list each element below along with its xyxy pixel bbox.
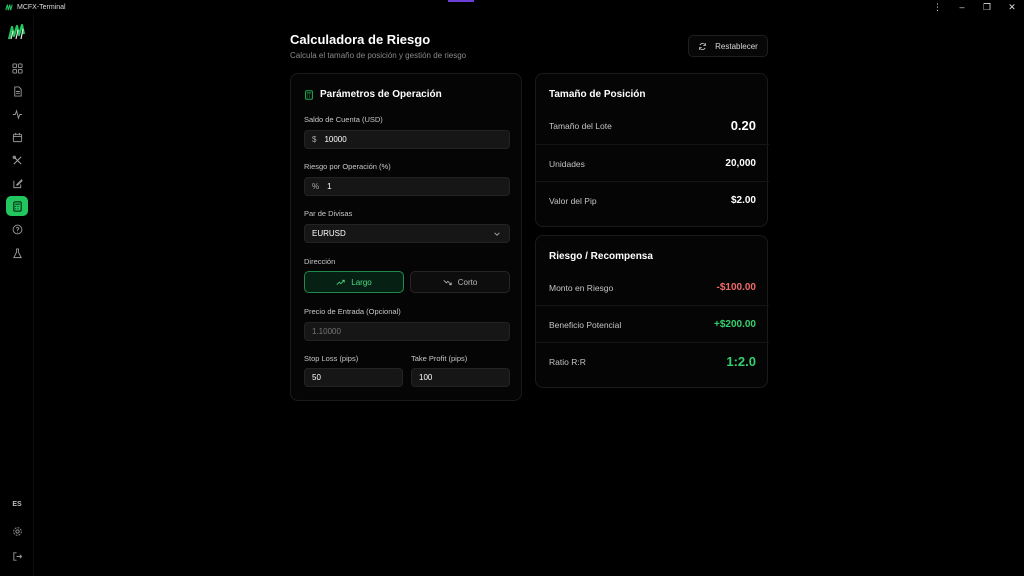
trade-parameters-title: Parámetros de Operación [304, 89, 442, 100]
potential-profit-row: Beneficio Potencial +$200.00 [536, 306, 769, 343]
rr-ratio-row: Ratio R:R 1:2.0 [536, 343, 769, 380]
trade-parameters-card: Parámetros de Operación Saldo de Cuenta … [290, 73, 522, 401]
units-row: Unidades 20,000 [536, 145, 769, 182]
stop-loss-input[interactable]: 50 [304, 368, 403, 387]
risk-reward-card: Riesgo / Recompensa Monto en Riesgo -$10… [535, 235, 769, 388]
page-subtitle: Calcula el tamaño de posición y gestión … [290, 51, 467, 60]
position-size-card: Tamaño de Posición Tamaño del Lote 0.20 … [535, 73, 769, 227]
long-button[interactable]: Largo [304, 271, 404, 293]
pip-value-value: $2.00 [730, 195, 756, 206]
dollar-prefix: $ [312, 135, 317, 144]
rr-ratio-value: 1:2.0 [726, 354, 756, 369]
reset-button[interactable]: Restablecer [688, 35, 768, 57]
sidebar-item-dashboard[interactable] [6, 58, 28, 78]
tools-icon [12, 155, 22, 165]
pip-value-row: Valor del Pip $2.00 [536, 182, 769, 219]
currency-pair-select[interactable]: EURUSD [304, 224, 510, 243]
entry-price-label: Precio de Entrada (Opcional) [304, 307, 401, 316]
flask-icon [12, 247, 22, 258]
window-controls: ⋮ – ❐ ✕ [933, 0, 1016, 14]
balance-value: 10000 [324, 135, 347, 144]
sidebar-item-lab[interactable] [6, 243, 28, 263]
pip-value-label: Valor del Pip [549, 195, 597, 206]
sidebar-item-calculator[interactable] [6, 196, 28, 216]
reset-label: Restablecer [715, 41, 758, 51]
lot-size-value: 0.20 [730, 118, 756, 133]
entry-price-input[interactable]: 1.10000 [304, 322, 510, 341]
page-title: Calculadora de Riesgo [290, 32, 431, 47]
stop-loss-label: Stop Loss (pips) [304, 354, 359, 363]
risk-amount-row: Monto en Riesgo -$100.00 [536, 269, 769, 306]
risk-label: Riesgo por Operación (%) [304, 162, 391, 171]
units-value: 20,000 [725, 158, 756, 169]
lot-size-row: Tamaño del Lote 0.20 [536, 107, 769, 144]
calculator-icon [12, 200, 22, 212]
risk-amount-label: Monto en Riesgo [549, 282, 614, 293]
balance-input[interactable]: $ 10000 [304, 130, 510, 149]
sidebar: ES [0, 14, 34, 576]
entry-price-placeholder: 1.10000 [312, 327, 341, 336]
risk-reward-title: Riesgo / Recompensa [549, 251, 653, 262]
sidebar-item-calendar[interactable] [6, 127, 28, 147]
units-label: Unidades [549, 158, 585, 169]
refresh-icon [699, 42, 707, 50]
gear-icon [12, 526, 22, 536]
chevron-down-icon [494, 232, 500, 236]
sidebar-item-activity[interactable] [6, 104, 28, 124]
sidebar-item-logout[interactable] [6, 546, 28, 566]
brand-logo-icon[interactable] [7, 22, 27, 42]
trending-up-icon [336, 279, 345, 285]
minimize-button[interactable]: – [958, 0, 966, 14]
app-name: MCFX-Terminal [17, 3, 66, 11]
sidebar-item-tools[interactable] [6, 150, 28, 170]
take-profit-input[interactable]: 100 [411, 368, 510, 387]
sidebar-item-help[interactable] [6, 219, 28, 239]
trending-down-icon [443, 279, 452, 285]
pair-label: Par de Divisas [304, 209, 353, 218]
calculator-icon [305, 89, 313, 100]
sidebar-item-documents[interactable] [6, 81, 28, 101]
risk-amount-value: -$100.00 [716, 282, 756, 293]
edit-icon [12, 178, 23, 188]
language-selector[interactable]: ES [0, 501, 34, 508]
risk-percent-input[interactable]: % 1 [304, 177, 510, 196]
direction-label: Dirección [304, 257, 336, 266]
take-profit-value: 100 [419, 373, 433, 382]
potential-profit-label: Beneficio Potencial [549, 319, 622, 330]
sidebar-item-edit[interactable] [6, 173, 28, 193]
percent-prefix: % [312, 182, 320, 191]
window-titlebar: MCFX-Terminal ⋮ – ❐ ✕ [0, 0, 1024, 14]
dashboard-icon [11, 62, 23, 74]
logout-icon [12, 551, 22, 561]
pair-value: EURUSD [312, 229, 346, 238]
document-icon [13, 85, 22, 97]
accent-strip [448, 0, 474, 2]
sidebar-item-settings[interactable] [6, 521, 28, 541]
help-icon [12, 224, 22, 234]
risk-value: 1 [327, 182, 332, 191]
app-logo-icon [5, 3, 13, 11]
activity-icon [12, 108, 22, 120]
more-options-icon[interactable]: ⋮ [933, 0, 942, 14]
balance-label: Saldo de Cuenta (USD) [304, 115, 383, 124]
restore-button[interactable]: ❐ [983, 0, 991, 14]
short-button[interactable]: Corto [410, 271, 510, 293]
calendar-icon [12, 132, 22, 142]
position-size-title: Tamaño de Posición [549, 89, 646, 100]
stop-loss-value: 50 [312, 373, 321, 382]
rr-ratio-label: Ratio R:R [549, 356, 586, 367]
potential-profit-value: +$200.00 [714, 319, 756, 330]
take-profit-label: Take Profit (pips) [411, 354, 468, 363]
lot-size-label: Tamaño del Lote [549, 120, 612, 131]
close-button[interactable]: ✕ [1008, 0, 1016, 14]
